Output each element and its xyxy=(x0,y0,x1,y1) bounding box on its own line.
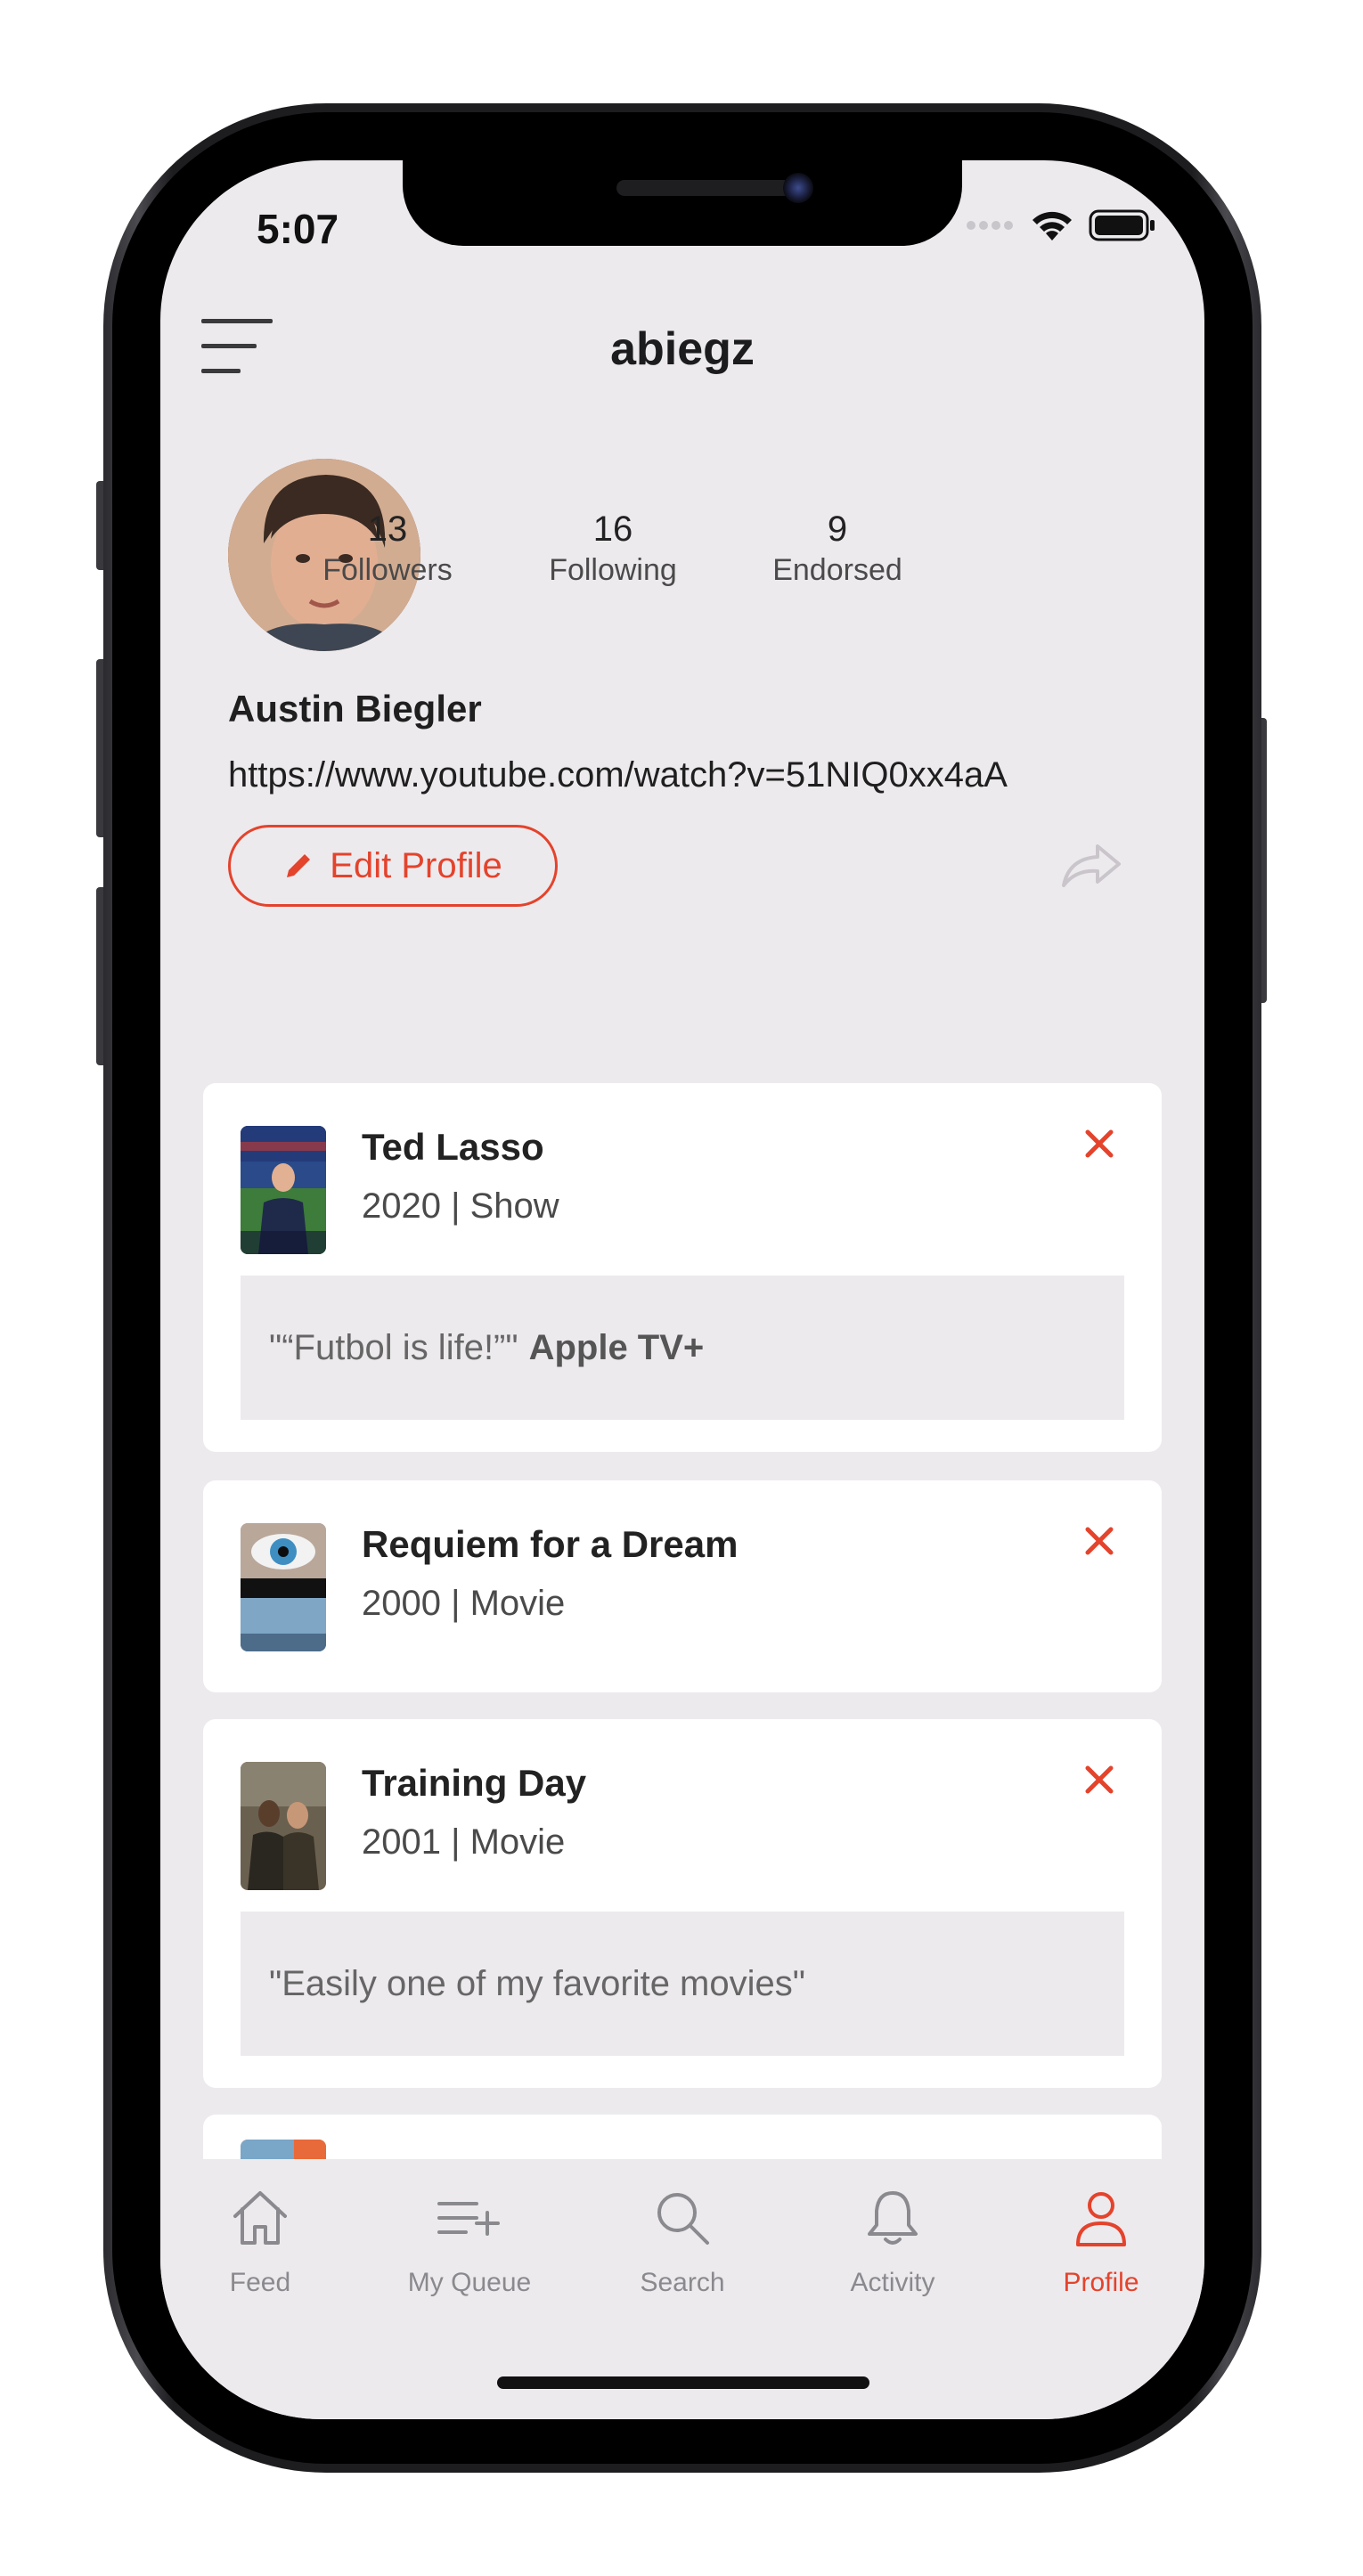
remove-button[interactable] xyxy=(1083,1525,1115,1557)
edit-profile-label: Edit Profile xyxy=(330,845,502,885)
close-icon xyxy=(1085,1129,1114,1158)
tab-label: Activity xyxy=(850,2268,935,2297)
followers-label: Followers xyxy=(322,553,453,587)
tab-label: Profile xyxy=(1063,2268,1139,2297)
note-text: "Easily one of my favorite movies" xyxy=(269,1963,805,2003)
home-icon xyxy=(233,2191,287,2245)
list-item[interactable]: Requiem for a Dream 2000 | Movie xyxy=(203,1480,1162,1692)
person-icon xyxy=(1076,2192,1126,2246)
item-title: Ted Lasso xyxy=(362,1126,544,1168)
followers-count: 13 xyxy=(367,509,408,549)
tab-feed[interactable]: Feed xyxy=(171,2182,349,2298)
remove-button[interactable] xyxy=(1083,1128,1115,1160)
tab-label: My Queue xyxy=(407,2268,532,2297)
list-item[interactable]: Training Day 2001 | Movie "Easily one of… xyxy=(203,1719,1162,2088)
endorsed-count: 9 xyxy=(827,509,848,549)
tab-search[interactable]: Search xyxy=(593,2182,771,2298)
tab-my-queue[interactable]: My Queue xyxy=(380,2182,559,2298)
item-meta: 2000 | Movie xyxy=(362,1584,566,1623)
bell-icon xyxy=(868,2191,918,2245)
close-icon xyxy=(1085,1765,1114,1794)
following-label: Following xyxy=(549,553,677,587)
item-note: "Easily one of my favorite movies" xyxy=(241,1912,1124,2056)
front-camera xyxy=(783,173,813,203)
following-stat[interactable]: 16 Following xyxy=(515,509,711,588)
app-screen: 5:07 abiegz 13 Followers 16 Following 9 … xyxy=(160,160,1204,2419)
poster-image xyxy=(241,1762,326,1890)
item-meta: 2001 | Movie xyxy=(362,1822,566,1862)
profile-name: Austin Biegler xyxy=(228,688,482,730)
remove-button[interactable] xyxy=(1083,1764,1115,1796)
wifi-icon xyxy=(1032,211,1072,240)
followers-stat[interactable]: 13 Followers xyxy=(290,509,486,588)
pencil-icon xyxy=(287,854,311,877)
share-arrow-icon xyxy=(1062,844,1121,887)
tab-activity[interactable]: Activity xyxy=(804,2182,982,2298)
page-title: abiegz xyxy=(610,323,755,375)
endorsed-label: Endorsed xyxy=(772,553,902,587)
notch xyxy=(403,160,962,246)
item-title: Requiem for a Dream xyxy=(362,1523,739,1565)
profile-stats: 13 Followers 16 Following 9 Endorsed xyxy=(160,509,1204,599)
tab-label: Feed xyxy=(229,2268,291,2297)
cellular-signal-icon xyxy=(967,221,1013,230)
item-title: Training Day xyxy=(362,1762,587,1804)
search-icon xyxy=(657,2193,709,2245)
item-meta: 2020 | Show xyxy=(362,1186,559,1226)
status-time: 5:07 xyxy=(257,206,339,252)
tab-label: Search xyxy=(640,2268,725,2297)
endorsed-stat[interactable]: 9 Endorsed xyxy=(739,509,935,588)
edit-profile-button[interactable]: Edit Profile xyxy=(228,825,558,907)
list-item[interactable]: Ted Lasso 2020 | Show "“Futbol is life!”… xyxy=(203,1083,1162,1452)
share-button[interactable] xyxy=(1060,839,1124,893)
home-indicator[interactable] xyxy=(497,2376,869,2389)
following-count: 16 xyxy=(592,509,633,549)
battery-icon xyxy=(1089,209,1155,241)
profile-link[interactable]: https://www.youtube.com/watch?v=51NIQ0xx… xyxy=(228,755,1008,795)
poster-image xyxy=(241,1523,326,1651)
poster-image xyxy=(241,1126,326,1254)
note-text: "“Futbol is life!”" xyxy=(269,1327,518,1367)
note-provider: Apple TV+ xyxy=(528,1327,705,1367)
queue-add-icon xyxy=(437,2202,500,2236)
status-icons xyxy=(966,208,1156,242)
speaker xyxy=(616,180,791,196)
tab-profile[interactable]: Profile xyxy=(1012,2182,1190,2298)
item-note: "“Futbol is life!”" Apple TV+ xyxy=(241,1276,1124,1420)
close-icon xyxy=(1085,1527,1114,1555)
